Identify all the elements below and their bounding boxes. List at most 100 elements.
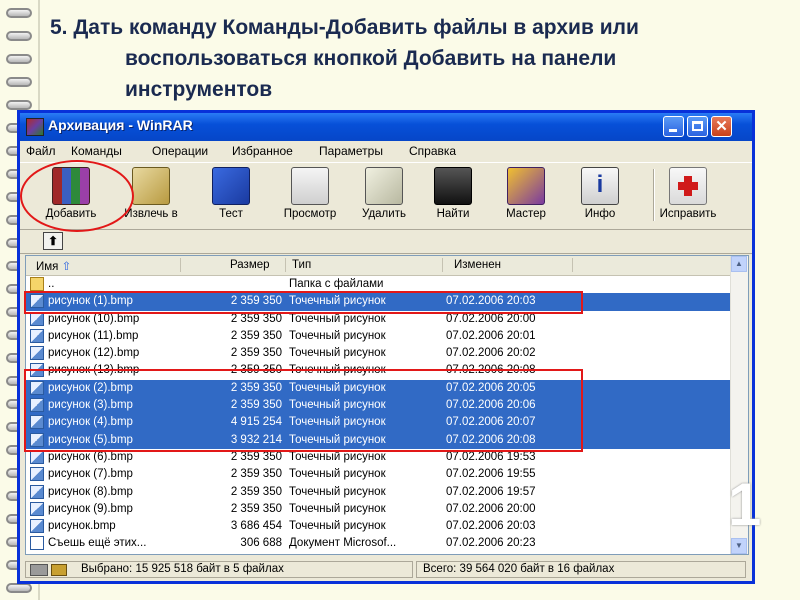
address-bar: ⬆ — [20, 229, 752, 254]
file-modified: 07.02.2006 20:02 — [446, 347, 536, 360]
file-modified: 07.02.2006 20:00 — [446, 312, 536, 325]
drive-icon[interactable] — [30, 564, 48, 576]
menu-bar: Файл Команды Операции Избранное Параметр… — [20, 141, 752, 161]
maximize-icon — [692, 121, 703, 131]
spiral-ring — [6, 583, 32, 593]
find-button-label: Найти — [436, 208, 470, 220]
repair-button[interactable]: Исправить — [653, 165, 723, 225]
file-size: 3 686 454 — [230, 520, 282, 533]
info-button[interactable]: i Инфо — [565, 165, 635, 225]
file-row[interactable]: рисунок.bmp 3 686 454 Точечный рисунок 07.0… — [26, 518, 730, 535]
wizard-icon — [507, 167, 545, 205]
bitmap-file-icon — [30, 501, 44, 516]
add-button-highlight — [20, 160, 134, 232]
key-icon[interactable] — [51, 564, 67, 576]
slide-number: 1 — [728, 471, 762, 538]
file-type: Точечный рисунок — [289, 520, 386, 533]
file-name: рисунок (10).bmp — [48, 312, 140, 325]
view-button-label: Просмотр — [283, 208, 337, 220]
menu-options[interactable]: Параметры — [319, 144, 383, 158]
status-selected-text: Выбрано: 15 925 518 байт в 5 файлах — [81, 563, 284, 575]
file-row[interactable]: рисунок (7).bmp 2 359 350 Точечный рисунок… — [26, 466, 730, 483]
status-total-panel: Всего: 39 564 020 байт в 16 файлах — [416, 561, 746, 578]
extract-icon — [132, 167, 170, 205]
file-name: рисунок (11).bmp — [48, 329, 139, 342]
slide-title-line-2: воспользоваться кнопкой Добавить на пане… — [125, 47, 617, 70]
maximize-button[interactable] — [687, 116, 708, 137]
file-modified: 07.02.2006 20:00 — [446, 502, 536, 515]
file-row[interactable]: Съешь ещё этих... 306 688 Документ Microso… — [26, 535, 730, 552]
close-icon: ✕ — [715, 118, 728, 135]
column-divider[interactable] — [572, 258, 573, 272]
file-size: 2 359 350 — [230, 347, 282, 360]
status-total-text: Всего: 39 564 020 байт в 16 файлах — [423, 563, 615, 575]
column-type[interactable]: Тип — [292, 259, 311, 271]
file-size: 2 359 350 — [230, 502, 282, 515]
selection-highlight-1 — [24, 291, 583, 314]
delete-button-label: Удалить — [362, 208, 406, 220]
column-modified[interactable]: Изменен — [454, 259, 501, 271]
test-button-label: Тест — [219, 208, 243, 220]
file-row[interactable]: рисунок (8).bmp 2 359 350 Точечный рисунок… — [26, 484, 730, 501]
info-icon: i — [581, 167, 619, 205]
file-modified: 07.02.2006 20:23 — [446, 537, 536, 550]
delete-button[interactable]: Удалить — [349, 165, 419, 225]
slide-title: 5. Дать команду Команды-Добавить файлы в… — [50, 12, 780, 105]
file-modified: 07.02.2006 19:55 — [446, 468, 536, 481]
bitmap-file-icon — [30, 328, 44, 343]
winrar-app-icon — [26, 118, 44, 136]
column-name[interactable]: Имя ⇧ — [36, 259, 71, 273]
menu-help[interactable]: Справка — [409, 144, 456, 158]
test-icon — [212, 167, 250, 205]
file-size: 2 359 350 — [230, 468, 282, 481]
file-name: рисунок (7).bmp — [48, 468, 133, 481]
view-button[interactable]: Просмотр — [275, 165, 345, 225]
file-name: рисунок (6).bmp — [48, 450, 133, 463]
file-type: Документ Microsof... — [289, 537, 397, 550]
menu-favorites[interactable]: Избранное — [232, 144, 293, 158]
spiral-ring — [6, 77, 32, 87]
file-size: 306 688 — [240, 537, 282, 550]
file-name: рисунок.bmp — [48, 520, 116, 533]
file-size: 2 359 350 — [230, 485, 282, 498]
slide-title-line-3: инструментов — [125, 78, 273, 101]
spiral-ring — [6, 54, 32, 64]
file-modified: 07.02.2006 20:01 — [446, 329, 536, 342]
scroll-up-button[interactable]: ▲ — [731, 256, 747, 272]
column-size[interactable]: Размер — [230, 259, 270, 271]
file-type: Точечный рисунок — [289, 502, 386, 515]
menu-file[interactable]: Файл — [26, 144, 56, 158]
repair-button-label: Исправить — [659, 208, 717, 220]
file-type: Точечный рисунок — [289, 485, 386, 498]
file-type: Точечный рисунок — [289, 329, 386, 342]
column-name-label: Имя — [36, 261, 59, 273]
repair-icon — [669, 167, 707, 205]
bitmap-file-icon — [30, 449, 44, 464]
menu-operations[interactable]: Операции — [152, 144, 208, 158]
minimize-button[interactable] — [663, 116, 684, 137]
bitmap-file-icon — [30, 467, 44, 482]
file-row[interactable]: рисунок (9).bmp 2 359 350 Точечный рисунок… — [26, 501, 730, 518]
column-divider[interactable] — [442, 258, 443, 272]
file-row[interactable]: рисунок (12).bmp 2 359 350 Точечный рисуно… — [26, 345, 730, 362]
find-button[interactable]: Найти — [418, 165, 488, 225]
info-button-label: Инфо — [584, 208, 616, 220]
wizard-button[interactable]: Мастер — [491, 165, 561, 225]
status-selected-panel: Выбрано: 15 925 518 байт в 5 файлах — [25, 561, 413, 578]
file-size: 2 359 350 — [230, 312, 282, 325]
status-bar: Выбрано: 15 925 518 байт в 5 файлах Всег… — [20, 559, 752, 581]
test-button[interactable]: Тест — [196, 165, 266, 225]
title-bar[interactable]: Архивация - WinRAR ✕ — [20, 113, 752, 141]
file-name: рисунок (8).bmp — [48, 485, 133, 498]
up-folder-button[interactable]: ⬆ — [43, 232, 63, 250]
file-name: рисунок (12).bmp — [48, 347, 140, 360]
file-row[interactable]: рисунок (11).bmp 2 359 350 Точечный рисуно… — [26, 328, 730, 345]
bitmap-file-icon — [30, 519, 44, 534]
file-type: Точечный рисунок — [289, 312, 386, 325]
column-divider[interactable] — [180, 258, 181, 272]
file-name: рисунок (9).bmp — [48, 502, 133, 515]
close-button[interactable]: ✕ — [711, 116, 732, 137]
column-divider[interactable] — [285, 258, 286, 272]
menu-commands[interactable]: Команды — [71, 144, 122, 158]
scroll-down-button[interactable]: ▼ — [731, 538, 747, 554]
